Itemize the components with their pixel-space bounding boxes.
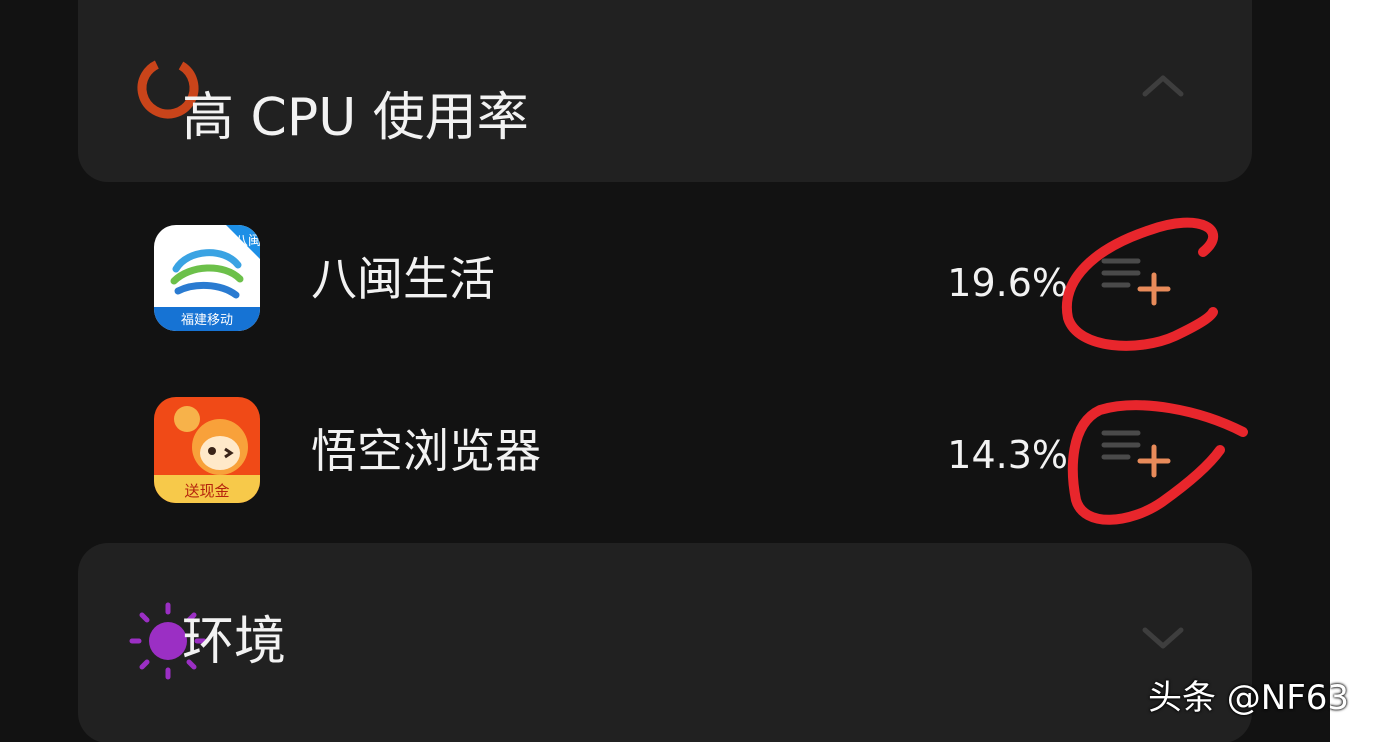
app-name: 悟空浏览器 [311,424,541,478]
app-name: 八闽生活 [311,252,495,306]
app-cpu-percent: 14.3% [947,433,1068,477]
chevron-down-icon[interactable] [1141,624,1185,654]
list-item[interactable]: 八闽 福建移动 八闽生活 19.6% [0,225,1330,335]
app-badge-bottom: 送现金 [184,482,229,500]
add-to-list-icon[interactable] [1098,253,1178,313]
wukong-browser-icon: 送现金 [154,397,260,503]
china-mobile-icon: 八闽 福建移动 [154,225,260,331]
cpu-usage-screen: 高 CPU 使用率 八闽 福建移动 八闽生活 19.6% 送现金 悟空浏览器 1… [0,0,1330,742]
chevron-up-icon[interactable] [1141,70,1185,100]
app-cpu-percent: 19.6% [947,261,1068,305]
cpu-section-title: 高 CPU 使用率 [182,88,529,148]
app-badge-bottom: 福建移动 [181,313,233,328]
environment-section-title: 环境 [182,612,287,672]
list-item[interactable]: 送现金 悟空浏览器 14.3% [0,397,1330,507]
add-to-list-icon[interactable] [1098,425,1178,485]
watermark: 头条 @NF63 [1148,678,1350,718]
app-badge-top: 八闽 [235,234,260,249]
